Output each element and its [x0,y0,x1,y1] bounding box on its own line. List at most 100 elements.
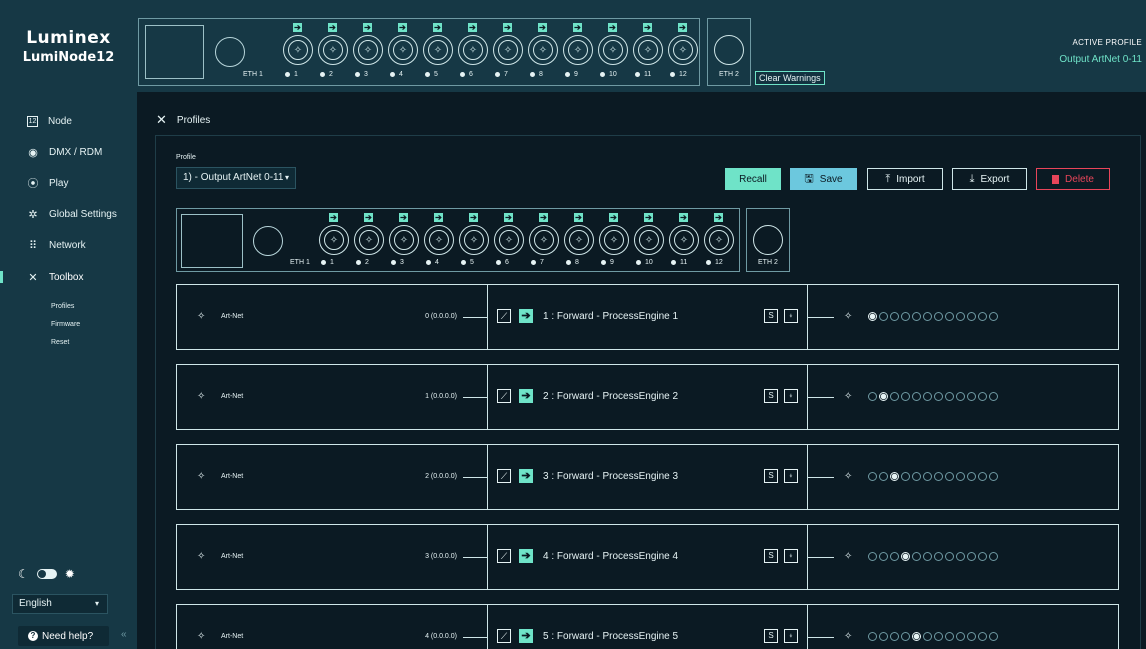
xlr-port-icon[interactable]: ✧ [493,35,523,65]
save-button[interactable]: 🖫 Save [790,168,857,190]
output-port-dot[interactable] [890,632,899,641]
xlr-port-icon[interactable]: ✧ [423,35,453,65]
xlr-port-icon[interactable]: ✧ [494,225,524,255]
language-select[interactable]: English ▾ [12,594,108,614]
output-port-dot[interactable] [923,392,932,401]
xlr-port-icon[interactable]: ✧ [598,35,628,65]
timecode-button[interactable]: ⍖ [784,629,798,643]
sidebar-subitem-profiles[interactable]: Profiles [51,303,74,310]
output-port-dot[interactable] [923,472,932,481]
output-port-dot[interactable] [912,632,921,641]
timecode-button[interactable]: ⍖ [784,469,798,483]
sidebar-item-global-settings[interactable]: ✲ Global Settings [0,204,137,224]
output-port-dot[interactable] [967,312,976,321]
xlr-port-icon[interactable]: ✧ [563,35,593,65]
xlr-port-icon[interactable]: ✧ [599,225,629,255]
timecode-button[interactable]: ⍖ [784,549,798,563]
output-port-dot[interactable] [879,392,888,401]
output-port-dot[interactable] [945,392,954,401]
output-port-dot[interactable] [901,472,910,481]
sidebar-item-toolbox[interactable]: ✕ Toolbox [0,267,137,287]
output-port-dot[interactable] [923,312,932,321]
output-port-dot[interactable] [890,392,899,401]
output-port-dot[interactable] [890,552,899,561]
output-port-dot[interactable] [879,552,888,561]
merge-mode-icon[interactable]: ⟋ [497,389,511,403]
output-port-dot[interactable] [945,632,954,641]
output-port-dot[interactable] [890,312,899,321]
output-port-dot[interactable] [868,632,877,641]
output-port-dot[interactable] [956,392,965,401]
output-port-dot[interactable] [879,632,888,641]
output-port-dot[interactable] [901,632,910,641]
snapshot-button[interactable]: S [764,309,778,323]
output-port-dot[interactable] [967,472,976,481]
sidebar-item-node[interactable]: 12 Node [0,111,137,131]
output-port-dot[interactable] [956,472,965,481]
output-port-dot[interactable] [934,312,943,321]
xlr-port-icon[interactable]: ✧ [458,35,488,65]
sidebar-item-network[interactable]: ⠿ Network [0,235,137,255]
collapse-sidebar-button[interactable]: « [121,629,127,640]
output-port-dot[interactable] [901,552,910,561]
merge-mode-icon[interactable]: ⟋ [497,309,511,323]
theme-switch[interactable] [36,569,57,579]
sidebar-item-play[interactable]: ⦿ Play [0,173,137,193]
process-engine-label[interactable]: 3 : Forward - ProcessEngine 3 [543,471,678,482]
output-port-dot[interactable] [868,312,877,321]
xlr-port-icon[interactable]: ✧ [319,225,349,255]
output-port-dot[interactable] [934,632,943,641]
xlr-port-icon[interactable]: ✧ [353,35,383,65]
xlr-port-icon[interactable]: ✧ [283,35,313,65]
output-port-dot[interactable] [978,472,987,481]
ethernet-port-icon[interactable] [714,35,744,65]
output-port-dot[interactable] [868,472,877,481]
xlr-port-icon[interactable]: ✧ [354,225,384,255]
export-button[interactable]: ⤓ Export [952,168,1027,190]
process-engine-label[interactable]: 1 : Forward - ProcessEngine 1 [543,311,678,322]
output-port-dot[interactable] [989,632,998,641]
sidebar-subitem-reset[interactable]: Reset [51,339,69,346]
output-port-dot[interactable] [934,472,943,481]
xlr-port-icon[interactable]: ✧ [389,225,419,255]
clear-warnings-button[interactable]: Clear Warnings [755,71,825,85]
output-port-dot[interactable] [989,552,998,561]
xlr-port-icon[interactable]: ✧ [459,225,489,255]
output-port-dot[interactable] [901,312,910,321]
xlr-port-icon[interactable]: ✧ [528,35,558,65]
xlr-port-icon[interactable]: ✧ [424,225,454,255]
sidebar-subitem-firmware[interactable]: Firmware [51,321,80,328]
output-port-dot[interactable] [868,552,877,561]
xlr-port-icon[interactable]: ✧ [318,35,348,65]
theme-toggle[interactable]: ☾ ✹ [18,567,75,581]
output-port-dot[interactable] [901,392,910,401]
process-engine-label[interactable]: 2 : Forward - ProcessEngine 2 [543,391,678,402]
process-engine-label[interactable]: 4 : Forward - ProcessEngine 4 [543,551,678,562]
output-port-dot[interactable] [923,552,932,561]
output-port-dot[interactable] [967,392,976,401]
timecode-button[interactable]: ⍖ [784,309,798,323]
output-port-dot[interactable] [912,552,921,561]
xlr-port-icon[interactable]: ✧ [529,225,559,255]
snapshot-button[interactable]: S [764,549,778,563]
profile-select[interactable]: 1) - Output ArtNet 0-11 ▾ [176,167,296,189]
snapshot-button[interactable]: S [764,629,778,643]
output-port-dot[interactable] [934,392,943,401]
xlr-port-icon[interactable]: ✧ [388,35,418,65]
output-port-dot[interactable] [945,552,954,561]
output-port-dot[interactable] [967,632,976,641]
snapshot-button[interactable]: S [764,389,778,403]
output-port-dot[interactable] [978,312,987,321]
output-port-dot[interactable] [912,392,921,401]
output-port-dot[interactable] [989,472,998,481]
output-port-dot[interactable] [956,552,965,561]
output-port-dot[interactable] [967,552,976,561]
merge-mode-icon[interactable]: ⟋ [497,469,511,483]
help-button[interactable]: ? Need help? [18,626,109,646]
output-port-dot[interactable] [978,632,987,641]
merge-mode-icon[interactable]: ⟋ [497,549,511,563]
output-port-dot[interactable] [934,552,943,561]
output-port-dot[interactable] [945,472,954,481]
merge-mode-icon[interactable]: ⟋ [497,629,511,643]
xlr-port-icon[interactable]: ✧ [633,35,663,65]
